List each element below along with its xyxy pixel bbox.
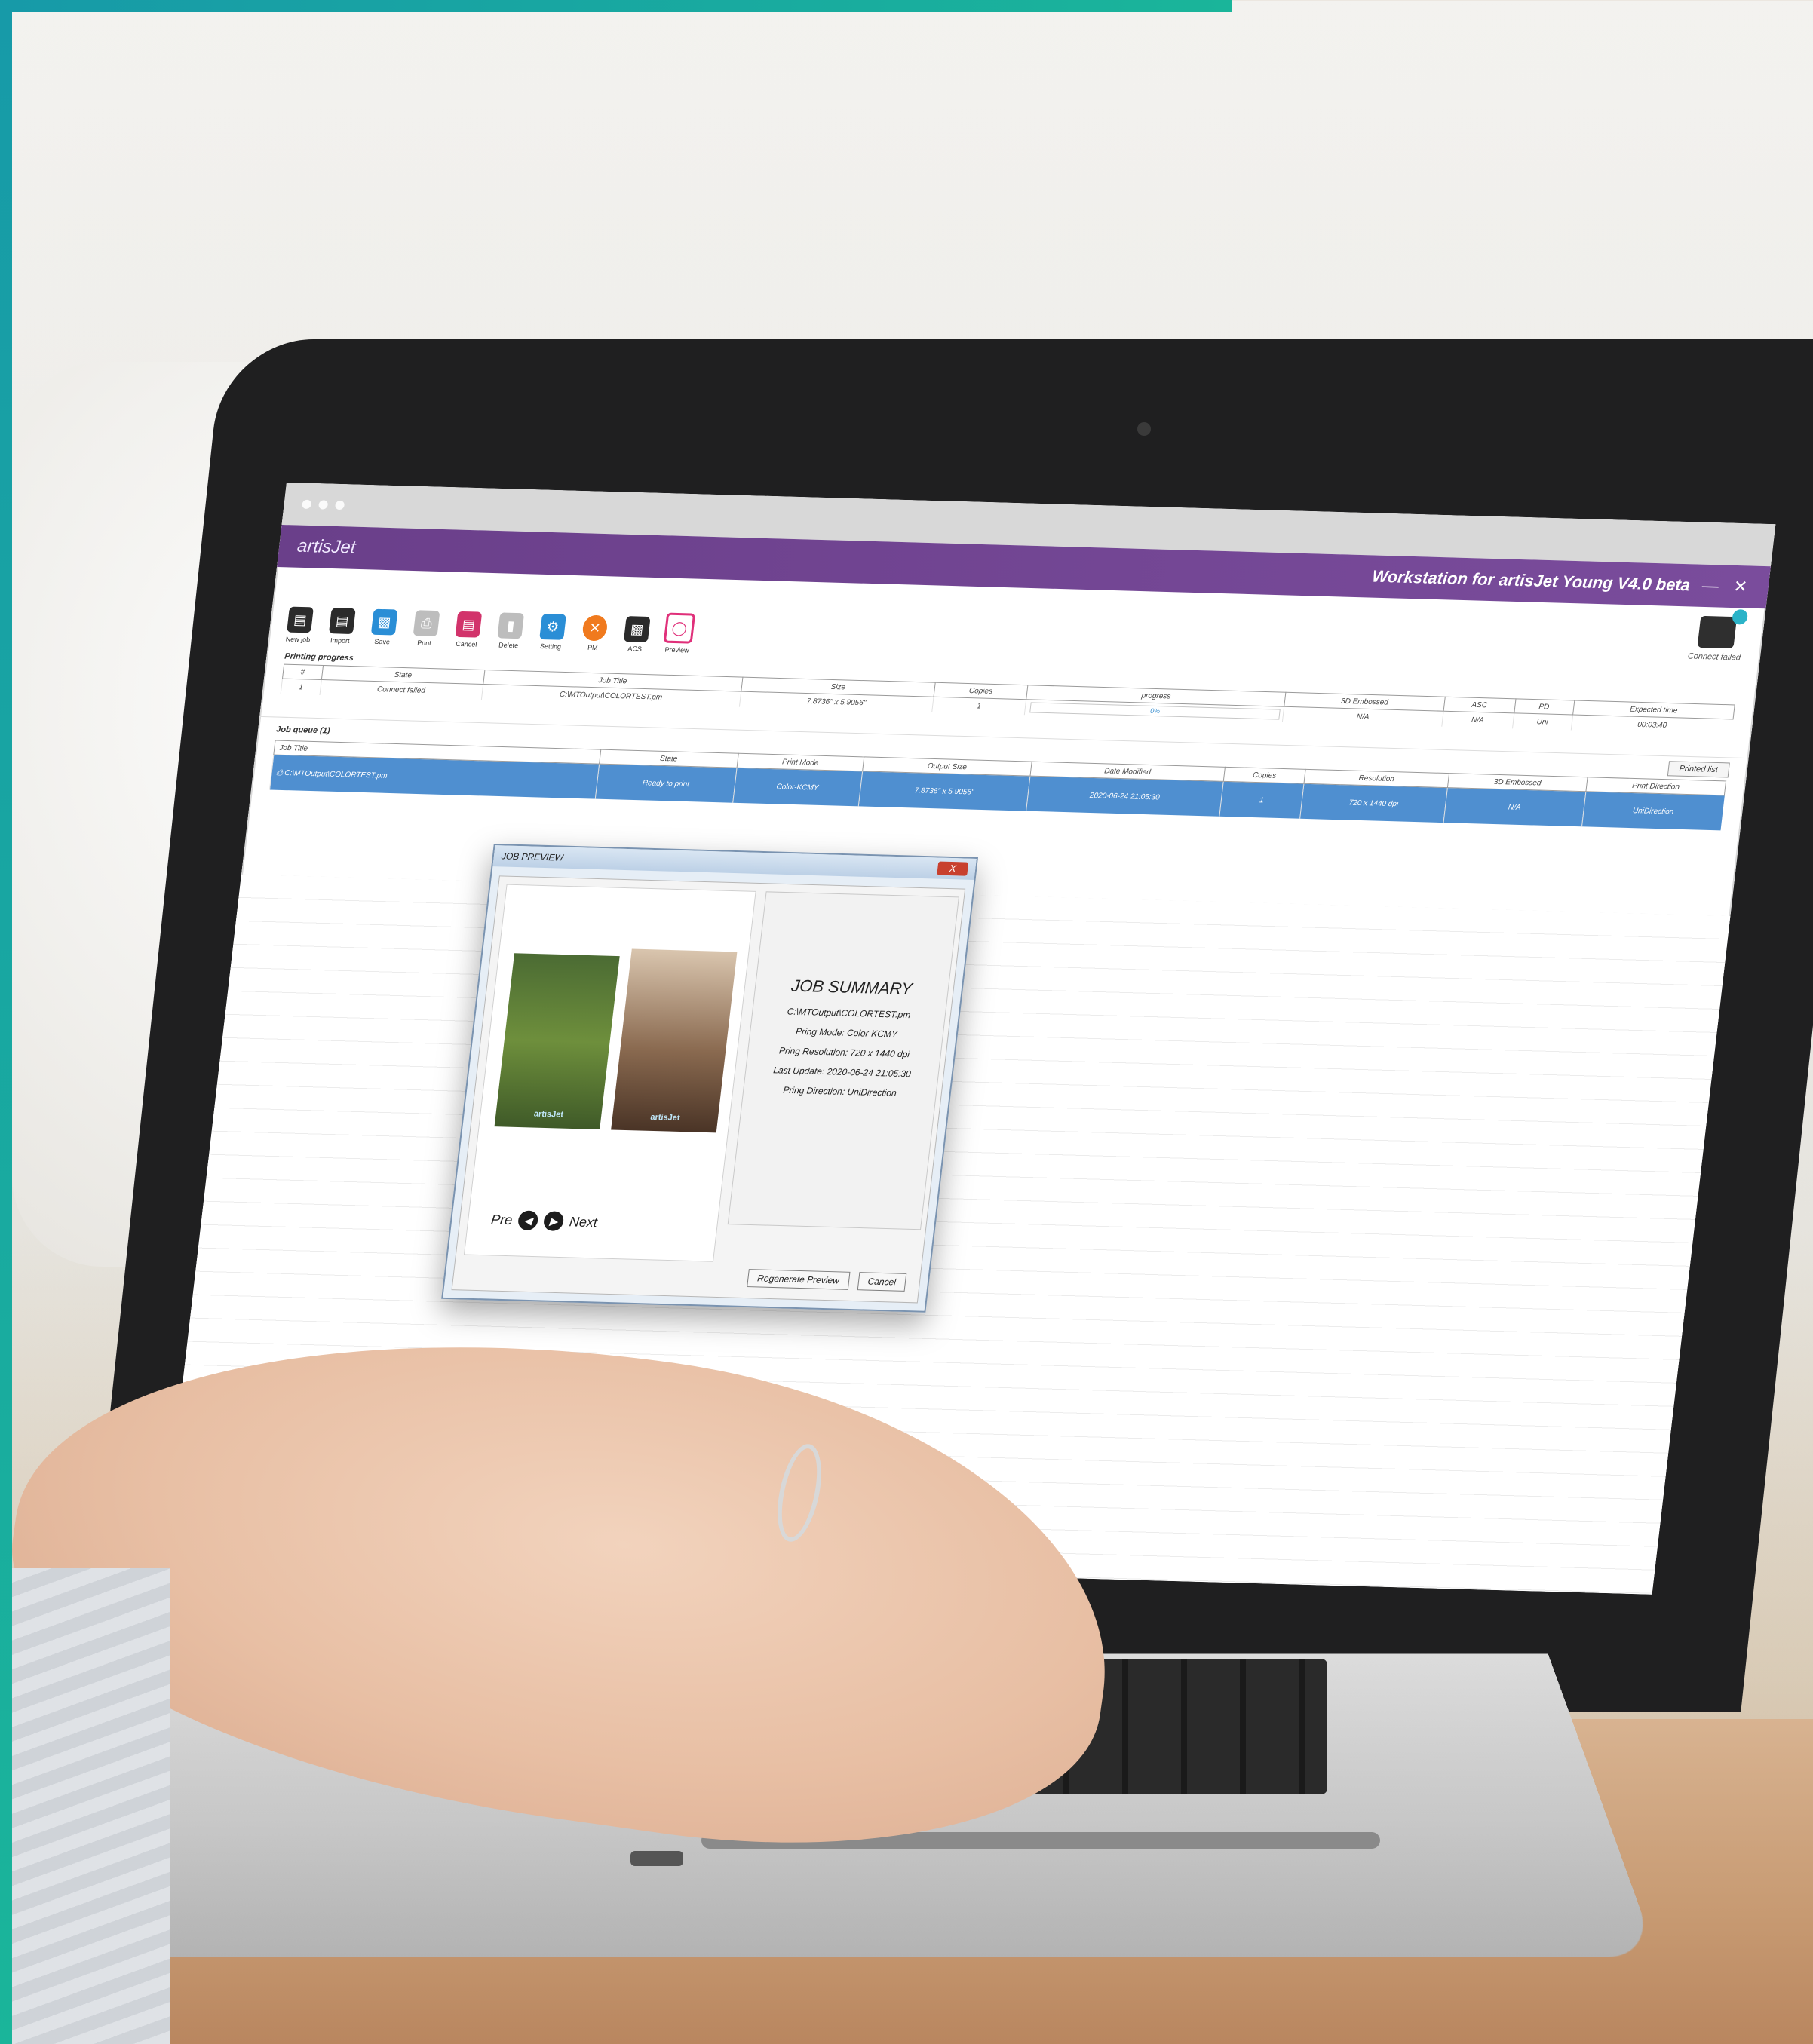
next-arrow-icon[interactable]: ▶ xyxy=(542,1211,565,1232)
summary-last-update: Last Update: 2020-06-24 21:05:30 xyxy=(772,1065,912,1080)
summary-direction: Pring Direction: UniDirection xyxy=(782,1084,897,1099)
job-pd: Uni xyxy=(1511,712,1573,731)
progress-bar: 0% xyxy=(1029,702,1281,720)
preview-photo-dog: artisJet xyxy=(494,953,620,1130)
dialog-body: artisJet artisJet Pre ◀ ▶ Next JOB SUMMA… xyxy=(451,875,966,1304)
sweater-sleeve xyxy=(12,1568,170,2044)
column-header[interactable]: # xyxy=(282,664,324,680)
pm-label: PM xyxy=(587,643,599,652)
queue-resolution: 720 x 1440 dpi xyxy=(1299,783,1448,823)
summary-mode: Pring Mode: Color-KCMY xyxy=(795,1025,898,1040)
queue-date-modified: 2020-06-24 21:05:30 xyxy=(1026,776,1224,817)
save-label: Save xyxy=(373,637,391,646)
save-button[interactable]: ▩ Save xyxy=(367,608,400,646)
dialog-close-button[interactable]: X xyxy=(937,861,969,876)
dialog-cancel-button[interactable]: Cancel xyxy=(857,1272,907,1292)
page-accent-top xyxy=(0,0,1232,12)
webcam xyxy=(1137,422,1151,436)
new-job-button[interactable]: ▤ New job xyxy=(283,606,315,643)
pm-button[interactable]: ✕ PM xyxy=(578,614,610,651)
job-preview-dialog: JOB PREVIEW X artisJet artisJet Pre ◀ ▶ … xyxy=(441,844,979,1313)
next-label: Next xyxy=(568,1213,599,1230)
usb-port xyxy=(630,1851,683,1866)
cancel-icon: ▤ xyxy=(455,611,483,638)
job-copies: 1 xyxy=(931,697,1026,716)
preview-pane: artisJet artisJet Pre ◀ ▶ Next xyxy=(463,884,756,1262)
job-index: 1 xyxy=(281,679,322,696)
cancel-label: Cancel xyxy=(455,639,477,648)
dialog-title: JOB PREVIEW xyxy=(501,850,564,863)
dialog-buttons: Regenerate Preview Cancel xyxy=(747,1269,907,1292)
close-icon[interactable]: ✕ xyxy=(1730,577,1751,596)
printer-icon: ⎙ xyxy=(275,768,284,777)
import-label: Import xyxy=(330,636,351,645)
printer-icon xyxy=(1697,609,1749,649)
summary-resolution: Pring Resolution: 720 x 1440 dpi xyxy=(778,1045,910,1060)
new-job-label: New job xyxy=(285,635,311,644)
job-summary-pane: JOB SUMMARY C:\MTOutput\COLORTEST.pm Pri… xyxy=(727,891,959,1230)
import-icon: ▤ xyxy=(328,608,356,635)
window-dot-icon[interactable] xyxy=(334,500,345,510)
preview-label: Preview xyxy=(664,645,690,654)
delete-button[interactable]: ▮ Delete xyxy=(494,612,526,649)
acs-icon: ▩ xyxy=(623,616,651,642)
print-label: Print xyxy=(416,639,432,647)
dialog-titlebar: JOB PREVIEW X xyxy=(492,845,977,880)
queue-copies: 1 xyxy=(1219,781,1305,819)
page-accent-left xyxy=(0,0,12,2044)
cancel-button[interactable]: ▤ Cancel xyxy=(452,611,484,648)
progress-text: 0% xyxy=(1149,706,1161,716)
setting-label: Setting xyxy=(539,642,562,651)
regenerate-preview-button[interactable]: Regenerate Preview xyxy=(747,1269,851,1290)
queue-output-size: 7.8736" x 5.9056" xyxy=(858,771,1030,811)
preview-button[interactable]: ◯ Preview xyxy=(662,612,696,654)
brand-logo: artisJet xyxy=(296,535,357,558)
preview-icon: ◯ xyxy=(663,612,696,644)
import-button[interactable]: ▤ Import xyxy=(325,608,357,645)
queue-print-direction: UniDirection xyxy=(1581,791,1725,831)
queue-state: Ready to print xyxy=(595,764,737,803)
window-dot-icon[interactable] xyxy=(302,499,312,509)
print-button[interactable]: ⎙ Print xyxy=(410,610,442,647)
job-queue-label: Job queue (1) xyxy=(275,725,331,736)
save-icon: ▩ xyxy=(370,608,398,636)
app-title: Workstation for artisJet Young V4.0 beta xyxy=(1371,566,1692,595)
column-header[interactable]: PD xyxy=(1514,698,1575,715)
queue-print-mode: Color-KCMY xyxy=(732,768,863,807)
prev-arrow-icon[interactable]: ◀ xyxy=(517,1210,539,1231)
summary-file: C:\MTOutput\COLORTEST.pm xyxy=(787,1006,912,1021)
progress-fill xyxy=(1030,703,1032,712)
minimize-icon[interactable]: — xyxy=(1700,576,1721,596)
summary-title: JOB SUMMARY xyxy=(790,976,914,999)
preview-photo-family: artisJet xyxy=(611,948,738,1133)
photo-logo: artisJet xyxy=(533,1109,564,1120)
queue-embossed: N/A xyxy=(1443,787,1586,827)
setting-icon: ⚙ xyxy=(539,613,566,640)
queue-job-title: C:\MTOutput\COLORTEST.pm xyxy=(284,768,388,780)
acs-button[interactable]: ▩ ACS xyxy=(620,616,652,653)
print-icon: ⎙ xyxy=(413,610,440,637)
delete-label: Delete xyxy=(498,641,519,650)
column-header[interactable]: ASC xyxy=(1443,697,1516,713)
job-asc: N/A xyxy=(1441,711,1514,729)
pm-icon: ✕ xyxy=(581,614,609,642)
preview-nav: Pre ◀ ▶ Next xyxy=(490,1209,599,1232)
connection-status: Connect failed xyxy=(1687,651,1741,663)
printed-list-button[interactable]: Printed list xyxy=(1667,761,1730,778)
printer-connection[interactable]: Connect failed xyxy=(1687,609,1749,663)
photo-logo: artisJet xyxy=(649,1112,681,1123)
setting-button[interactable]: ⚙ Setting xyxy=(536,613,569,651)
delete-icon: ▮ xyxy=(497,612,525,639)
acs-label: ACS xyxy=(627,645,643,653)
window-dot-icon[interactable] xyxy=(318,500,329,510)
new-job-icon: ▤ xyxy=(287,606,314,633)
wifi-icon xyxy=(1731,609,1749,625)
prev-label: Pre xyxy=(490,1211,514,1227)
